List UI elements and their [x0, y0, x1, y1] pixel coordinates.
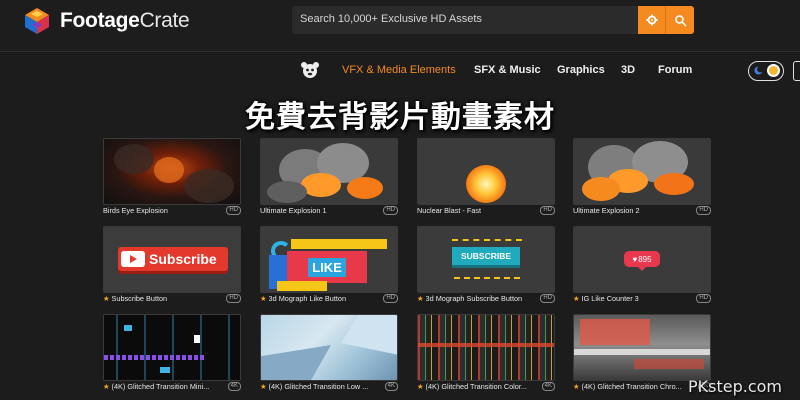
search-settings-button[interactable] — [638, 6, 666, 34]
asset-title: Ultimate Explosion 1 — [260, 206, 327, 215]
gear-icon — [646, 14, 657, 26]
star-icon: ★ — [103, 294, 110, 303]
subscribe-caps-thumb-text: SUBSCRIBE — [452, 247, 520, 265]
nav-3d[interactable]: 3D — [621, 64, 635, 76]
asset-title: IG Like Counter 3 — [581, 294, 639, 303]
overlay-caption: 免費去背影片動畫素材 — [245, 100, 555, 135]
quality-badge: 4K — [384, 382, 398, 391]
asset-card[interactable]: Ultimate Explosion 1 HD — [260, 138, 400, 219]
asset-thumbnail[interactable]: LIKE — [260, 226, 398, 293]
star-icon: ★ — [103, 382, 110, 391]
logo[interactable]: FootageCrate — [22, 5, 190, 37]
asset-card[interactable]: Ultimate Explosion 2 HD — [573, 138, 713, 219]
asset-thumbnail[interactable] — [573, 314, 711, 381]
quality-badge: HD — [383, 294, 398, 303]
asset-thumbnail[interactable] — [573, 138, 711, 205]
star-icon: ★ — [417, 382, 424, 391]
top-header: FootageCrate Search 10,000+ Exclusive HD… — [0, 0, 800, 52]
search-input[interactable]: Search 10,000+ Exclusive HD Assets — [292, 6, 638, 34]
asset-title: 3d Mograph Like Button — [268, 294, 347, 303]
asset-title: (4K) Glitched Transition Color... — [425, 382, 527, 391]
asset-title: Nuclear Blast - Fast — [417, 206, 482, 215]
asset-title: Birds Eye Explosion — [103, 206, 168, 215]
nav-vfx-media-elements[interactable]: VFX & Media Elements — [342, 64, 456, 76]
asset-card[interactable]: Birds Eye Explosion HD — [103, 138, 243, 219]
quality-badge: HD — [540, 206, 555, 215]
nav-sfx-music[interactable]: SFX & Music — [474, 64, 541, 76]
asset-title: (4K) Glitched Transition Chro... — [581, 382, 682, 391]
asset-title: Ultimate Explosion 2 — [573, 206, 640, 215]
asset-title: (4K) Glitched Transition Low ... — [268, 382, 369, 391]
asset-thumbnail[interactable]: SUBSCRIBE — [417, 226, 555, 293]
asset-thumbnail[interactable] — [103, 138, 241, 205]
quality-badge: HD — [226, 294, 241, 303]
nav-graphics[interactable]: Graphics — [557, 64, 605, 76]
heart-icon: ♥ — [632, 254, 638, 264]
moon-icon — [754, 66, 763, 75]
asset-thumbnail[interactable] — [417, 138, 555, 205]
subscribe-thumb-text: Subscribe — [149, 251, 217, 267]
asset-thumbnail[interactable] — [103, 314, 241, 381]
quality-badge: HD — [540, 294, 555, 303]
star-icon: ★ — [573, 382, 580, 391]
footagecrate-logo-icon — [25, 8, 49, 34]
quality-badge: 4K — [227, 382, 241, 391]
quality-badge: HD — [696, 206, 711, 215]
menu-button[interactable] — [793, 61, 800, 81]
search-icon — [674, 14, 686, 26]
like-thumb-text: LIKE — [308, 257, 346, 277]
brand-name: FootageCrate — [60, 9, 190, 32]
ig-counter-text: 895 — [638, 254, 652, 264]
quality-badge: HD — [696, 294, 711, 303]
asset-thumbnail[interactable]: Subscribe — [103, 226, 241, 293]
watermark: PKstep.com — [687, 377, 782, 396]
asset-card[interactable]: ♥ 895 ★ IG Like Counter 3 HD — [573, 226, 713, 307]
asset-title: (4K) Glitched Transition Mini... — [111, 382, 210, 391]
asset-title: 3d Mograph Subscribe Button — [425, 294, 523, 303]
asset-thumbnail[interactable]: ♥ 895 — [573, 226, 711, 293]
asset-card[interactable]: SUBSCRIBE ★ 3d Mograph Subscribe Button HD — [417, 226, 557, 307]
star-icon: ★ — [260, 382, 267, 391]
quality-badge: 4K — [541, 382, 555, 391]
asset-thumbnail[interactable] — [417, 314, 555, 381]
asset-card[interactable]: Subscribe ★ Subscribe Button HD — [103, 226, 243, 307]
asset-title: Subscribe Button — [111, 294, 168, 303]
asset-card[interactable]: ★ (4K) Glitched Transition Color... 4K — [417, 314, 557, 395]
search-placeholder: Search 10,000+ Exclusive HD Assets — [300, 13, 482, 25]
mascot-icon[interactable] — [300, 60, 320, 80]
main-nav: VFX & Media Elements SFX & Music Graphic… — [0, 52, 800, 90]
asset-thumbnail[interactable] — [260, 138, 398, 205]
star-icon: ★ — [260, 294, 267, 303]
asset-card[interactable]: LIKE ★ 3d Mograph Like Button HD — [260, 226, 400, 307]
asset-card[interactable]: ★ (4K) Glitched Transition Mini... 4K — [103, 314, 243, 395]
star-icon: ★ — [417, 294, 424, 303]
search-button[interactable] — [666, 6, 694, 34]
nav-forum[interactable]: Forum — [658, 64, 692, 76]
asset-card[interactable]: ★ (4K) Glitched Transition Low ... 4K — [260, 314, 400, 395]
asset-thumbnail[interactable] — [260, 314, 398, 381]
theme-toggle[interactable] — [748, 61, 784, 81]
sun-icon — [767, 64, 780, 77]
asset-grid: Birds Eye Explosion HD Ultimate Explosion… — [0, 138, 800, 400]
star-icon: ★ — [573, 294, 580, 303]
quality-badge: HD — [383, 206, 398, 215]
asset-card[interactable]: Nuclear Blast - Fast HD — [417, 138, 557, 219]
quality-badge: HD — [226, 206, 241, 215]
